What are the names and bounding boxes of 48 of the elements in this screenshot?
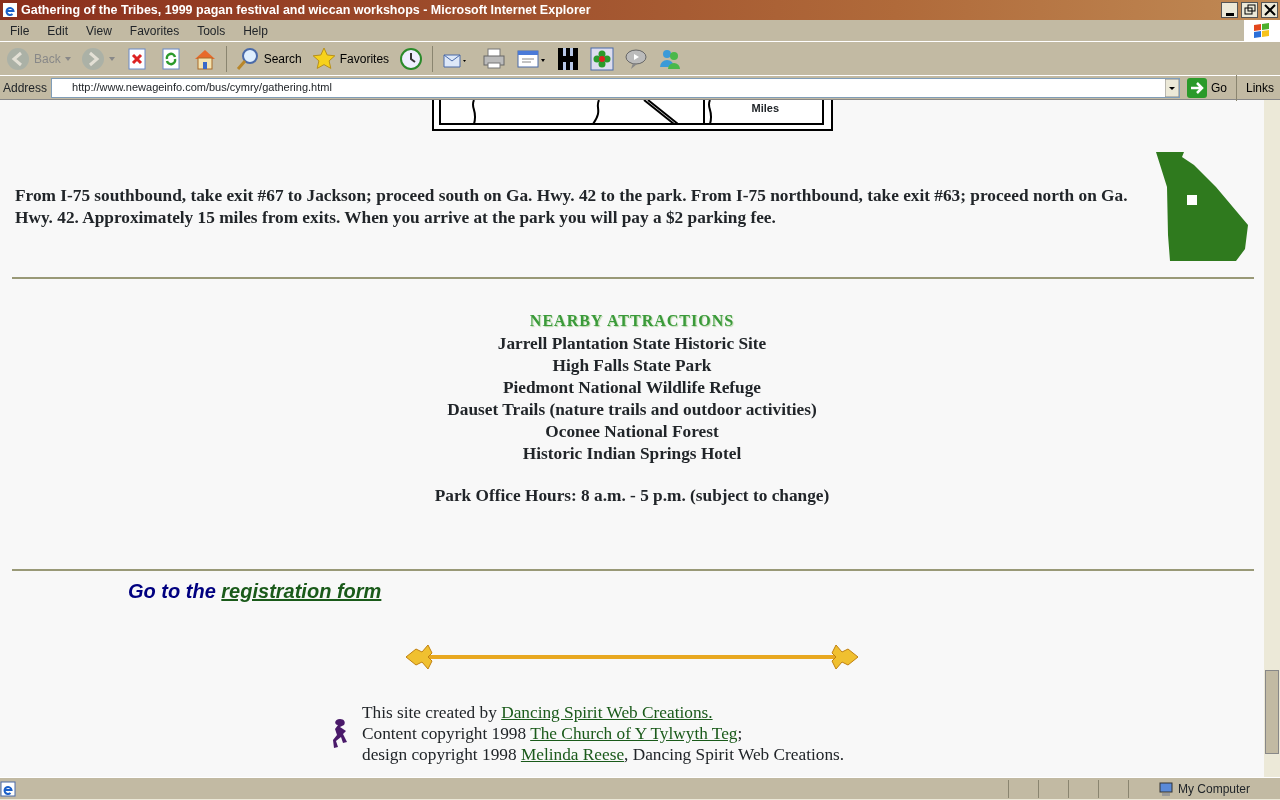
browser-logo-icon	[2, 2, 18, 18]
attraction-item: Piedmont National Wildlife Refuge	[501, 377, 763, 399]
section-heading: NEARBY ATTRACTIONS	[528, 311, 736, 331]
flower-icon	[590, 46, 615, 71]
menu-item[interactable]: View	[76, 21, 120, 40]
close-icon	[1262, 3, 1278, 18]
menu-item[interactable]: Edit	[37, 21, 77, 40]
registration-link[interactable]: registration form	[221, 580, 382, 602]
computer-icon	[1158, 780, 1174, 797]
attraction-item: High Falls State Park	[551, 355, 713, 377]
menu-item[interactable]: Help	[233, 21, 276, 40]
search-icon	[235, 46, 260, 71]
restore-icon	[1242, 3, 1258, 18]
dropdown-arrow-icon	[64, 56, 71, 61]
search-button[interactable]: Search	[232, 44, 305, 73]
attraction-item: Historic Indian Springs Hotel	[521, 443, 743, 465]
security-zone-label: My Computer	[1177, 780, 1252, 798]
minimize-icon	[1225, 13, 1234, 17]
window-title: Gathering of the Tribes, 1999 pagan festival and wiccan workshops - Microsoft Internet Explorer	[21, 1, 592, 19]
scrollbar[interactable]	[1264, 100, 1280, 777]
credit-link[interactable]: Melinda Reese	[520, 745, 625, 764]
menu-item[interactable]: Tools	[187, 21, 234, 40]
star-icon	[311, 46, 336, 71]
credit-link[interactable]: Dancing Spirit Web Creations.	[501, 703, 713, 722]
restore-button[interactable]	[1241, 2, 1258, 18]
map-label: Miles	[751, 102, 779, 114]
speech-bubble-icon	[624, 46, 649, 71]
minimize-button[interactable]	[1221, 2, 1238, 18]
directions-text: From I-75 southbound, take exit #67 to Jackson; proceed south on Ga. Hwy. 42 to the park. From I-75 northbound, take exit #63; proceed north on Ga. Hwy. 42. Approximately 15 miles from exits. When you arrive at the park you will pay a $2 parking fee.	[15, 185, 1129, 229]
h-letter-icon	[556, 46, 581, 71]
attraction-item: Oconee National Forest	[544, 421, 720, 443]
attraction-item: Jarrell Plantation State Historic Site	[496, 333, 768, 355]
dropdown-arrow-icon	[108, 56, 115, 61]
attraction-item: Dauset Trails (nature trails and outdoor activities)	[446, 399, 818, 421]
close-button[interactable]	[1261, 2, 1278, 18]
credits-text: This site created by Dancing Spirit Web Creations. Content copyright 1998 The Church of Y Tylwyth Teg; design copyright 1998 Melinda Reese, Dancing Spirit Web Creations.	[362, 702, 845, 765]
registration-text: Go to the registration form	[128, 579, 382, 604]
office-hours-text: Park Office Hours: 8 a.m. - 5 p.m. (subject to change)	[433, 485, 831, 507]
credit-link[interactable]: The Church of Y Tylwyth Teg	[530, 724, 738, 743]
go-button[interactable]: Go	[1183, 75, 1230, 100]
links-button[interactable]: Links	[1243, 76, 1277, 99]
address-label: Address	[3, 79, 48, 97]
dropdown-arrow-icon	[1164, 78, 1179, 97]
star-button[interactable]: Favorites	[308, 44, 393, 73]
printer-icon	[482, 46, 507, 71]
address-field[interactable]: http://www.newageinfo.com/bus/cymry/gathering.html	[51, 77, 1180, 98]
menu-item[interactable]: File	[0, 21, 38, 40]
menu-item[interactable]: Favorites	[119, 21, 188, 40]
